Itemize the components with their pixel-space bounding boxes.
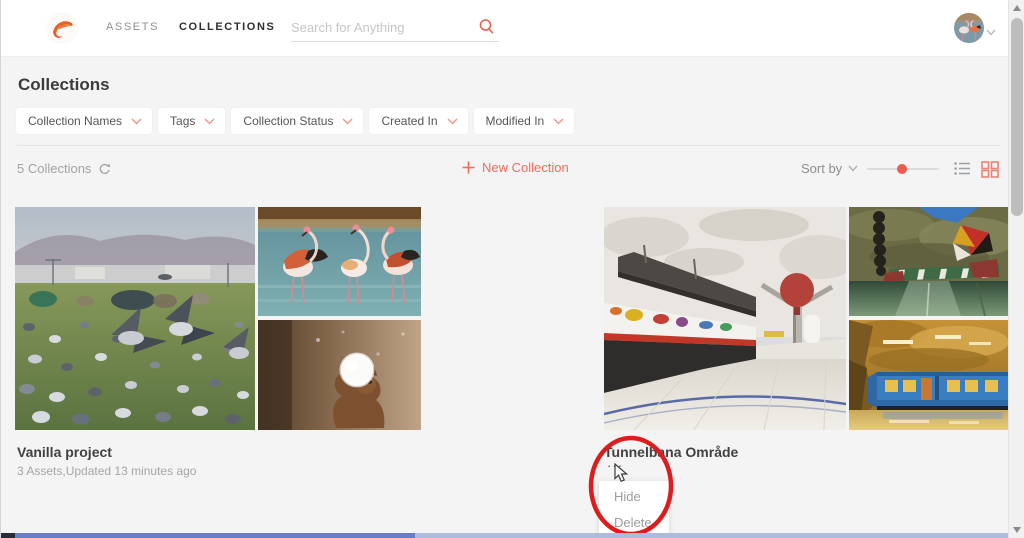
- falcon-swoosh-icon: [49, 15, 75, 41]
- context-menu: Hide Delete: [599, 481, 669, 538]
- filter-label: Tags: [170, 114, 195, 128]
- slider-thumb[interactable]: [897, 164, 907, 174]
- vertical-scrollbar-thumb[interactable]: [1011, 18, 1023, 216]
- list-view-icon: [954, 161, 971, 176]
- user-avatar[interactable]: [954, 13, 984, 43]
- grid-view-icon: [981, 161, 999, 178]
- chevron-down-icon: [131, 118, 142, 125]
- vertical-scrollbar[interactable]: [1008, 0, 1024, 538]
- filter-label: Created In: [381, 114, 437, 128]
- brand-logo[interactable]: [46, 12, 78, 44]
- filter-collection-status[interactable]: Collection Status: [231, 108, 363, 134]
- chevron-down-icon: [848, 165, 858, 172]
- filter-modified-in[interactable]: Modified In: [474, 108, 575, 134]
- avatar-chevron-down-icon[interactable]: [986, 23, 996, 41]
- chevron-down-icon: [342, 118, 353, 125]
- menu-item-hide[interactable]: Hide: [599, 484, 669, 510]
- top-navbar: ASSETS COLLECTIONS: [1, 0, 1008, 57]
- thumb-blue-train-golden-cave[interactable]: [849, 320, 1008, 430]
- collection-title: Tunnelbana Område: [604, 444, 738, 460]
- filter-label: Collection Status: [243, 114, 333, 128]
- filter-created-in[interactable]: Created In: [369, 108, 467, 134]
- new-collection-label: New Collection: [482, 160, 569, 175]
- collections-count: 5 Collections: [17, 161, 91, 176]
- chevron-down-icon: [447, 118, 458, 125]
- thumb-flamingos-in-water[interactable]: [258, 207, 421, 316]
- search-input[interactable]: [291, 14, 471, 40]
- filter-bar: Collection Names Tags Collection Status …: [16, 108, 574, 134]
- global-search: [291, 14, 499, 42]
- new-collection-button[interactable]: New Collection: [462, 160, 569, 175]
- sort-by-dropdown[interactable]: Sort by: [801, 161, 858, 176]
- filter-label: Collection Names: [28, 114, 122, 128]
- search-icon[interactable]: [478, 18, 495, 40]
- page-title: Collections: [18, 75, 110, 95]
- collection-title: Vanilla project: [17, 444, 112, 460]
- grid-view-button[interactable]: [981, 161, 999, 183]
- thumbnail-size-slider[interactable]: [867, 168, 939, 170]
- thumb-squirrel-with-snowball[interactable]: [258, 320, 421, 430]
- window-corner: [1, 533, 15, 538]
- thumb-painted-cave-station[interactable]: [849, 207, 1008, 316]
- collection-meta: 3 Assets,Updated 13 minutes ago: [17, 464, 196, 478]
- scroll-up-arrow-icon[interactable]: [1013, 5, 1021, 11]
- horizontal-scrollbar[interactable]: [1, 533, 1008, 538]
- filter-tags[interactable]: Tags: [158, 108, 225, 134]
- scroll-down-arrow-icon[interactable]: [1013, 527, 1021, 533]
- avatar-flamingo-photo: [954, 13, 984, 43]
- chevron-down-icon: [204, 118, 215, 125]
- thumb-metro-platform-cave[interactable]: [604, 207, 846, 430]
- horizontal-scrollbar-thumb[interactable]: [15, 533, 415, 538]
- mouse-cursor-icon: [614, 463, 629, 483]
- sort-by-label: Sort by: [801, 161, 842, 176]
- chevron-down-icon: [553, 118, 564, 125]
- thumb-pigeon-flock-field[interactable]: [15, 207, 255, 430]
- refresh-icon[interactable]: [97, 162, 111, 176]
- plus-icon: [462, 161, 475, 174]
- filter-collection-names[interactable]: Collection Names: [16, 108, 152, 134]
- tab-assets[interactable]: ASSETS: [106, 21, 159, 33]
- list-view-button[interactable]: [954, 161, 971, 181]
- tab-collections[interactable]: COLLECTIONS: [179, 21, 275, 33]
- section-divider: [17, 145, 1001, 146]
- filter-label: Modified In: [486, 114, 545, 128]
